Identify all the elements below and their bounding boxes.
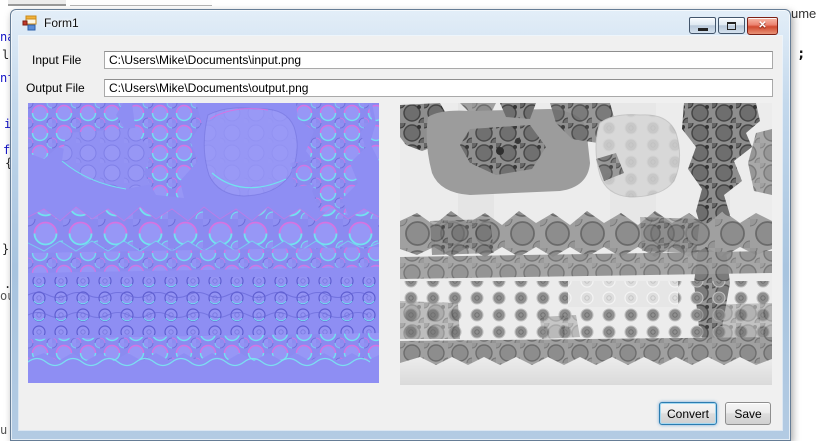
input-file-label: Input File <box>32 53 81 67</box>
title-bar[interactable]: Form1 ✕ <box>11 10 790 36</box>
code-fragment: ; <box>797 48 805 60</box>
code-fragment: u <box>0 424 7 436</box>
maximize-icon <box>727 22 736 30</box>
input-file-field[interactable] <box>104 51 773 69</box>
close-icon: ✕ <box>758 21 766 31</box>
code-fragment: l <box>2 49 9 61</box>
convert-button[interactable]: Convert <box>659 402 717 425</box>
form-icon <box>22 15 38 31</box>
background-panel-edge <box>70 0 212 6</box>
normal-map-preview <box>28 103 379 383</box>
caption-buttons: ✕ <box>689 17 778 35</box>
minimize-button[interactable] <box>689 17 716 34</box>
maximize-button[interactable] <box>718 17 745 34</box>
window-title: Form1 <box>44 16 79 30</box>
code-fragment: } <box>2 243 9 255</box>
save-button[interactable]: Save <box>725 402 771 425</box>
form1-window: Form1 ✕ Input File Output File <box>10 9 791 441</box>
close-button[interactable]: ✕ <box>747 17 778 35</box>
background-window-text: ume <box>791 6 816 21</box>
form-client-area: Input File Output File <box>19 36 782 430</box>
output-file-field[interactable] <box>104 79 773 97</box>
heightmap-preview <box>400 103 772 385</box>
background-panel-edge <box>8 0 66 6</box>
minimize-icon <box>698 28 708 31</box>
output-file-label: Output File <box>26 81 85 95</box>
